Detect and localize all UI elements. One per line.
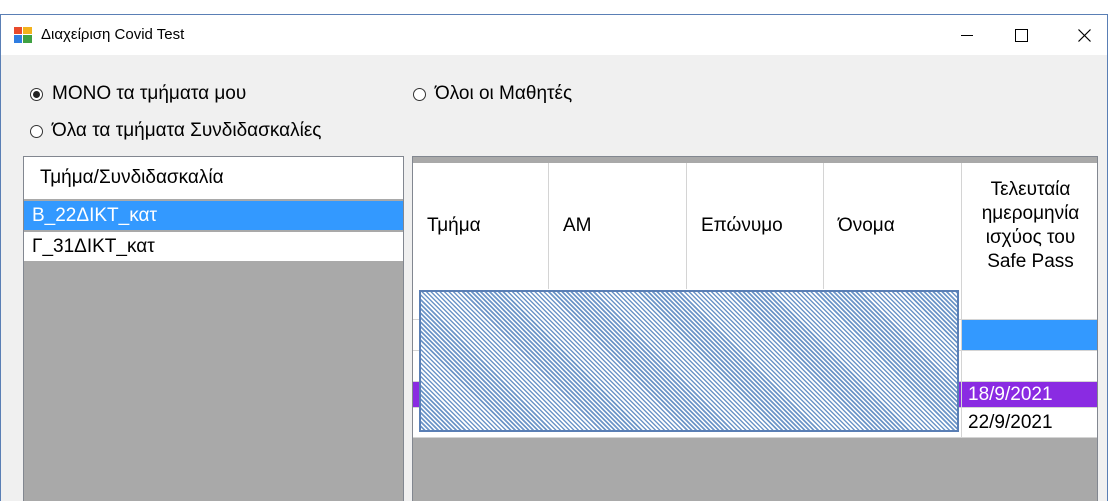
radio-button[interactable] xyxy=(413,87,426,101)
safe-pass-cell-highlighted[interactable]: 18/9/2021 xyxy=(962,382,1097,408)
minimize-icon xyxy=(961,35,973,36)
column-header-am[interactable]: ΑΜ xyxy=(549,163,687,289)
app-window-icon xyxy=(14,27,32,43)
close-icon xyxy=(1077,28,1091,42)
radio-label: Όλα τα τμήματα Συνδιδασκαλίες xyxy=(52,120,322,141)
class-item[interactable]: Β_22ΔΙΚΤ_κατ xyxy=(24,201,403,230)
minimize-button[interactable] xyxy=(944,15,990,55)
close-button[interactable] xyxy=(1061,15,1107,55)
radio-all-coteaching[interactable]: Όλα τα τμήματα Συνδιδασκαλίες xyxy=(30,120,321,142)
window-title: Διαχείριση Covid Test xyxy=(41,26,185,43)
classes-listbox[interactable]: Τμήμα/Συνδιδασκαλία Β_22ΔΙΚΤ_κατ Γ_31ΔΙΚ… xyxy=(23,156,404,501)
maximize-button[interactable] xyxy=(998,15,1044,55)
radio-button[interactable] xyxy=(30,124,43,138)
title-bar: Διαχείριση Covid Test xyxy=(1,15,1107,55)
safe-pass-cell[interactable] xyxy=(962,289,1097,320)
column-header-safe-pass[interactable]: Τελευταία ημερομηνία ισχύος του Safe Pas… xyxy=(962,163,1097,289)
column-header-class[interactable]: Τμήμα xyxy=(413,163,549,289)
safe-pass-cell-selected[interactable] xyxy=(962,320,1097,351)
radio-all-students[interactable]: Όλοι οι Μαθητές xyxy=(413,83,572,105)
radio-my-classes[interactable]: ΜΟΝΟ τα τμήματα μου xyxy=(30,83,246,105)
maximize-icon xyxy=(1014,28,1028,42)
safe-pass-cell[interactable] xyxy=(962,351,1097,382)
safe-pass-cell[interactable]: 22/9/2021 xyxy=(962,408,1097,438)
app-root: Διαχείριση Covid Test ΜΟΝΟ τα τμήματα μο… xyxy=(0,0,1110,501)
column-header-safe-pass-label: Τελευταία ημερομηνία ισχύος του Safe Pas… xyxy=(981,179,1080,272)
column-header-surname[interactable]: Επώνυμο xyxy=(687,163,824,289)
covid-test-window: Διαχείριση Covid Test ΜΟΝΟ τα τμήματα μο… xyxy=(0,14,1108,501)
listbox-header: Τμήμα/Συνδιδασκαλία xyxy=(24,157,403,199)
radio-label: ΜΟΝΟ τα τμήματα μου xyxy=(52,83,247,104)
column-header-firstname[interactable]: Όνομα xyxy=(824,163,962,289)
class-item[interactable]: Γ_31ΔΙΚΤ_κατ xyxy=(24,232,403,261)
desktop-strip xyxy=(0,0,1110,14)
students-grid[interactable]: Τμήμα ΑΜ Επώνυμο Όνομα Τελευταία ημερομη… xyxy=(412,156,1098,501)
radio-button-selected[interactable] xyxy=(30,87,43,101)
redaction-mask xyxy=(419,290,959,432)
radio-dot xyxy=(33,90,40,98)
radio-label: Όλοι οι Μαθητές xyxy=(435,83,573,104)
